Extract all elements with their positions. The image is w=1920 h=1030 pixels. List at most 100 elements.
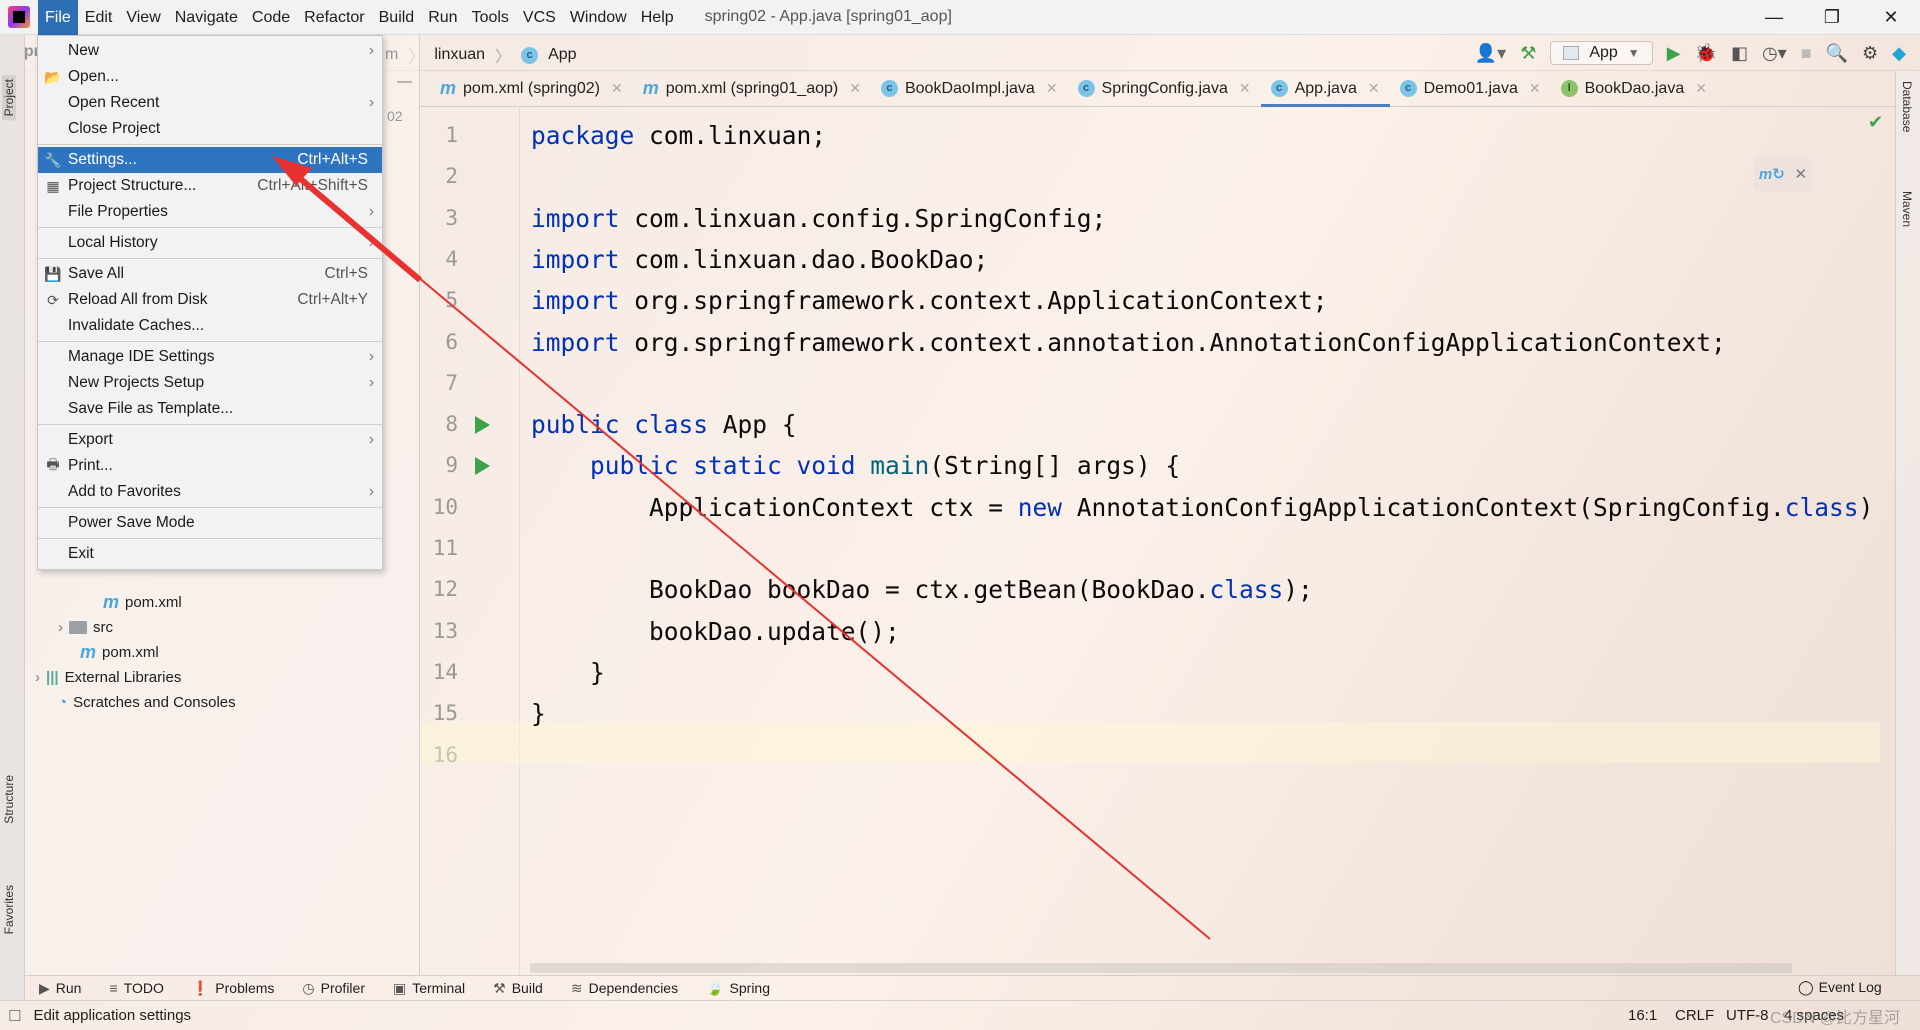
chevron-right-icon[interactable]: › xyxy=(58,615,63,640)
file-menu-item-new-projects-setup[interactable]: New Projects Setup › xyxy=(38,370,382,396)
tab-bookdao-java[interactable]: I BookDao.java ✕ xyxy=(1551,71,1717,107)
tool-tab-favorites[interactable]: Favorites xyxy=(2,885,16,934)
run-gutter-icon[interactable] xyxy=(475,416,490,435)
breadcrumb-item[interactable]: linxuan xyxy=(434,46,485,64)
tab-bookdaoimpl-java[interactable]: c BookDaoImpl.java ✕ xyxy=(871,71,1068,107)
tool-window-problems[interactable]: ❗ Problems xyxy=(192,980,275,997)
close-tab-icon[interactable]: ✕ xyxy=(1046,80,1058,97)
hide-panel-icon[interactable]: — xyxy=(397,73,412,90)
file-menu-item-manage-ide-settings[interactable]: Manage IDE Settings › xyxy=(38,344,382,370)
line-number: 3 xyxy=(445,205,458,230)
minimize-button[interactable]: — xyxy=(1745,0,1803,35)
tab-app-java[interactable]: c App.java ✕ xyxy=(1260,71,1390,107)
tool-window-spring[interactable]: 🍃 Spring xyxy=(706,980,770,997)
tree-item-external-libraries[interactable]: › ||| External Libraries xyxy=(35,665,181,690)
coverage-icon[interactable]: ◧ xyxy=(1731,43,1748,64)
horizontal-scrollbar[interactable] xyxy=(530,963,1792,973)
file-menu-item-add-to-favorites[interactable]: Add to Favorites › xyxy=(38,479,382,505)
tool-window-profiler[interactable]: ◷ Profiler xyxy=(302,980,365,997)
menu-navigate[interactable]: Navigate xyxy=(168,0,245,35)
file-menu-item-close-project[interactable]: Close Project xyxy=(38,116,382,142)
file-menu-item-project-structure[interactable]: ▦ Project Structure... Ctrl+Alt+Shift+S xyxy=(38,173,382,199)
tool-tab-maven[interactable]: Maven xyxy=(1900,191,1914,227)
line-ending[interactable]: CRLF xyxy=(1675,1007,1714,1024)
tool-window-run[interactable]: ▶ Run xyxy=(39,980,81,997)
close-popup-icon[interactable]: ✕ xyxy=(1795,165,1808,183)
toggle-tool-windows-icon[interactable]: ☐ xyxy=(8,1007,21,1025)
event-log-button[interactable]: ◯ Event Log xyxy=(1798,979,1882,996)
build-hammer-icon[interactable]: ⚒ xyxy=(1520,43,1536,64)
event-log-label: Event Log xyxy=(1818,979,1882,995)
profile-icon[interactable]: ◷▾ xyxy=(1762,43,1787,64)
keyword-token: class xyxy=(1209,575,1284,605)
run-gutter-icon[interactable] xyxy=(475,457,490,476)
chevron-right-icon[interactable]: › xyxy=(35,665,40,690)
tab-pom-xml-spring02-[interactable]: m pom.xml (spring02) ✕ xyxy=(430,71,633,107)
menu-refactor[interactable]: Refactor xyxy=(297,0,371,35)
file-menu-item-export[interactable]: Export › xyxy=(38,427,382,453)
tab-demo01-java[interactable]: c Demo01.java ✕ xyxy=(1390,71,1551,107)
file-menu-item-local-history[interactable]: Local History › xyxy=(38,230,382,256)
menu-code[interactable]: Code xyxy=(245,0,297,35)
tree-item-pom[interactable]: m pom.xml xyxy=(103,590,182,615)
menu-file[interactable]: File xyxy=(38,0,78,35)
close-tab-icon[interactable]: ✕ xyxy=(611,80,623,97)
file-menu-item-invalidate-caches[interactable]: Invalidate Caches... xyxy=(38,313,382,339)
tree-item-pom[interactable]: m pom.xml xyxy=(80,640,159,665)
file-menu-item-save-file-as-template[interactable]: Save File as Template... xyxy=(38,396,382,422)
tool-tab-database[interactable]: Database xyxy=(1900,81,1914,132)
close-tab-icon[interactable]: ✕ xyxy=(1529,80,1541,97)
code-editor[interactable]: package com.linxuan; import com.linxuan.c… xyxy=(531,107,1895,975)
project-structure-icon: ▦ xyxy=(46,177,60,194)
caret-position[interactable]: 16:1 xyxy=(1628,1007,1657,1024)
close-tab-icon[interactable]: ✕ xyxy=(849,80,861,97)
file-menu-item-exit[interactable]: Exit xyxy=(38,541,382,567)
menu-vcs[interactable]: VCS xyxy=(516,0,563,35)
file-encoding[interactable]: UTF-8 xyxy=(1726,1007,1769,1024)
file-menu-item-file-properties[interactable]: File Properties › xyxy=(38,199,382,225)
menu-window[interactable]: Window xyxy=(563,0,634,35)
tool-window-build[interactable]: ⚒ Build xyxy=(493,980,543,997)
menu-run[interactable]: Run xyxy=(421,0,464,35)
menu-view[interactable]: View xyxy=(119,0,167,35)
tool-tab-project[interactable]: Project xyxy=(2,75,16,121)
file-menu-item-print[interactable]: 🖶 Print... xyxy=(38,453,382,479)
tree-item-scratches[interactable]: ◔ Scratches and Consoles xyxy=(58,690,236,715)
gear-icon[interactable]: ⚙ xyxy=(1862,43,1878,64)
debug-icon[interactable]: 🐞 xyxy=(1695,43,1717,64)
menu-build[interactable]: Build xyxy=(372,0,422,35)
tab-pom-xml-spring01-aop-[interactable]: m pom.xml (spring01_aop) ✕ xyxy=(633,71,871,107)
file-menu-item-power-save-mode[interactable]: Power Save Mode xyxy=(38,510,382,536)
vcs-user-icon[interactable]: 👤▾ xyxy=(1475,43,1506,64)
close-window-button[interactable]: ✕ xyxy=(1862,0,1920,35)
menu-help[interactable]: Help xyxy=(634,0,681,35)
file-menu-item-new[interactable]: New › xyxy=(38,38,382,64)
file-menu-item-open[interactable]: 📂 Open... xyxy=(38,64,382,90)
tree-item-src[interactable]: › src xyxy=(58,615,113,640)
right-tool-stripe: Database Maven xyxy=(1895,71,1920,975)
close-tab-icon[interactable]: ✕ xyxy=(1695,80,1707,97)
run-icon[interactable]: ▶ xyxy=(1667,43,1681,64)
close-tab-icon[interactable]: ✕ xyxy=(1368,80,1380,97)
file-menu-item-reload-all-from-disk[interactable]: ⟳ Reload All from Disk Ctrl+Alt+Y xyxy=(38,287,382,313)
tool-window-terminal[interactable]: ▣ Terminal xyxy=(393,980,465,997)
maven-reload-icon[interactable]: m↻ xyxy=(1759,165,1785,183)
file-menu-item-open-recent[interactable]: Open Recent › xyxy=(38,90,382,116)
file-menu-item-save-all[interactable]: 💾 Save All Ctrl+S xyxy=(38,261,382,287)
tool-window-dependencies[interactable]: ≋ Dependencies xyxy=(571,980,678,997)
search-icon[interactable]: 🔍 xyxy=(1826,43,1848,64)
file-menu-item-settings[interactable]: 🔧 Settings... Ctrl+Alt+S xyxy=(38,147,382,173)
restore-button[interactable]: ❐ xyxy=(1803,0,1861,35)
menu-tools[interactable]: Tools xyxy=(465,0,516,35)
breadcrumb-item[interactable]: App xyxy=(548,46,576,64)
menu-edit[interactable]: Edit xyxy=(78,0,120,35)
stop-icon[interactable]: ■ xyxy=(1801,43,1812,64)
tool-tab-structure[interactable]: Structure xyxy=(2,775,16,824)
run-configuration-select[interactable]: App ▼ xyxy=(1550,41,1653,65)
no-problems-check-icon[interactable]: ✔ xyxy=(1868,112,1883,133)
code-with-me-icon[interactable]: ◆ xyxy=(1892,43,1906,64)
close-tab-icon[interactable]: ✕ xyxy=(1239,80,1251,97)
tab-label: pom.xml (spring01_aop) xyxy=(665,79,839,97)
tool-window-todo[interactable]: ≡ TODO xyxy=(109,980,163,996)
tab-springconfig-java[interactable]: c SpringConfig.java ✕ xyxy=(1068,71,1261,107)
